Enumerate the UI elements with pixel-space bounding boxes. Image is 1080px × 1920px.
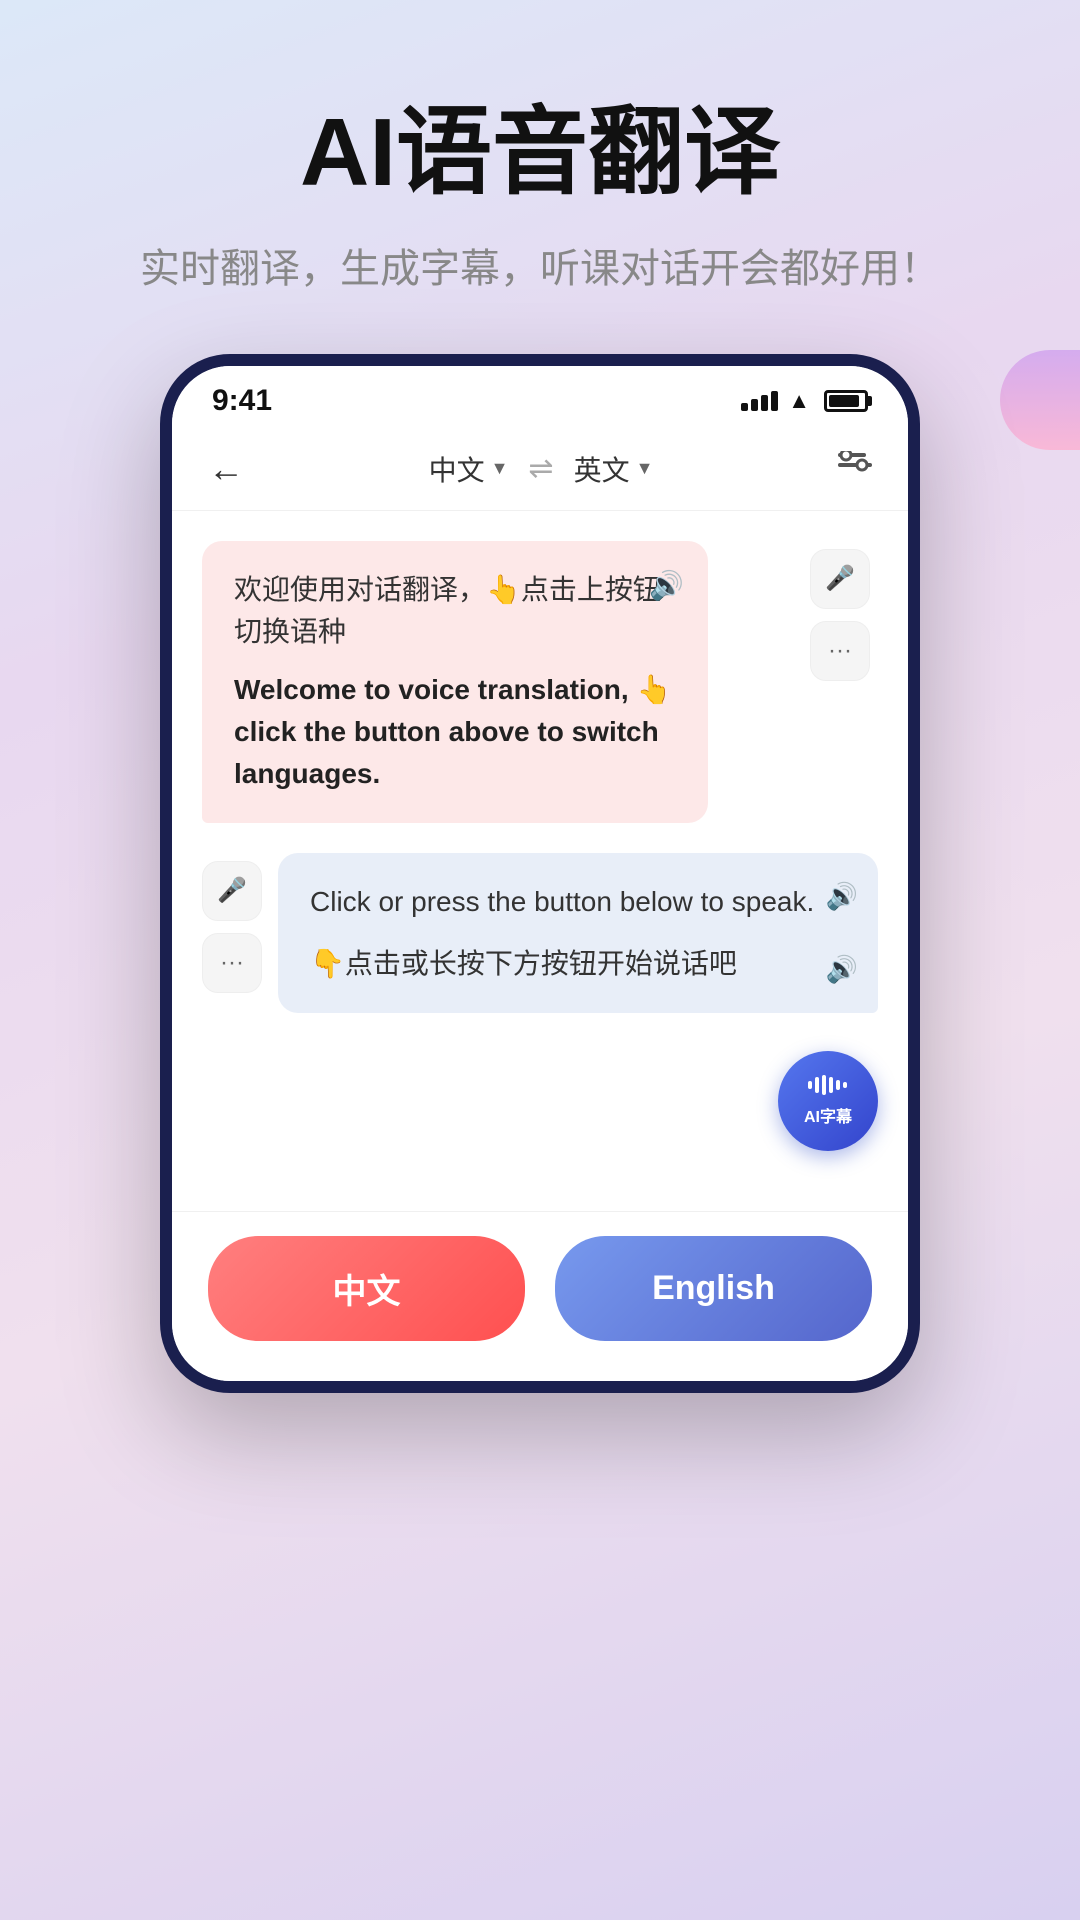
signal-bar-1: [741, 403, 748, 411]
phone-wrapper: 9:41 ▲ ← 中文 ▼: [0, 354, 1080, 1393]
bubble-left: 🔊 欢迎使用对话翻译，👆点击上按钮切换语种 Welcome to voice t…: [202, 541, 708, 823]
right-bubble-cn-text: 👇点击或长按下方按钮开始说话吧: [310, 943, 818, 985]
right-bubble-wrapper: 🎤 ··· 🔊 Click or press the button below …: [202, 853, 878, 1013]
ai-caption-waveform-icon: [808, 1075, 848, 1101]
bottom-buttons: 中文 English: [172, 1211, 908, 1381]
more-options-button[interactable]: ···: [810, 621, 870, 681]
wifi-icon: ▲: [788, 388, 810, 414]
ai-caption-button[interactable]: AI字幕: [778, 1051, 878, 1151]
hero-title: AI语音翻译: [0, 100, 1080, 206]
right-bubble-side-icons: 🎤 ···: [202, 853, 262, 993]
lang-right-arrow: ▼: [636, 458, 654, 479]
left-bubble-wrapper: 🔊 欢迎使用对话翻译，👆点击上按钮切换语种 Welcome to voice t…: [202, 541, 788, 823]
left-bubble-cn-text: 欢迎使用对话翻译，👆点击上按钮切换语种: [234, 569, 676, 653]
phone-mockup: 9:41 ▲ ← 中文 ▼: [160, 354, 920, 1393]
ai-caption-label: AI字幕: [804, 1103, 852, 1127]
status-bar: 9:41 ▲: [172, 366, 908, 428]
left-bubble-en-text: Welcome to voice translation, 👆 click th…: [234, 669, 676, 795]
lang-left-arrow: ▼: [491, 458, 509, 479]
back-button[interactable]: ←: [208, 448, 244, 490]
microphone-button[interactable]: 🎤: [810, 549, 870, 609]
settings-button[interactable]: [838, 451, 872, 486]
signal-bars-icon: [741, 391, 778, 411]
header-language-selector: 中文 ▼ ⇌ 英文 ▼: [429, 449, 654, 489]
battery-icon: [824, 390, 868, 412]
chat-area-container: 🔊 欢迎使用对话翻译，👆点击上按钮切换语种 Welcome to voice t…: [172, 511, 908, 1211]
app-header: ← 中文 ▼ ⇌ 英文 ▼: [172, 428, 908, 511]
english-speak-button[interactable]: English: [555, 1236, 872, 1341]
more-options-right-button[interactable]: ···: [202, 933, 262, 993]
status-time: 9:41: [212, 384, 272, 418]
left-bubble-sound-icon[interactable]: 🔊: [649, 569, 684, 602]
left-bubble-side-icons: 🎤 ···: [810, 549, 870, 681]
hero-section: AI语音翻译 实时翻译，生成字幕，听课对话开会都好用！: [0, 0, 1080, 354]
microphone-right-button[interactable]: 🎤: [202, 861, 262, 921]
signal-bar-4: [771, 391, 778, 411]
right-bubble-sound-top-icon[interactable]: 🔊: [826, 881, 858, 912]
lang-left-label: 中文: [429, 449, 485, 489]
signal-bar-2: [751, 399, 758, 411]
right-bubble-sound-bottom-icon[interactable]: 🔊: [826, 954, 858, 985]
status-icons: ▲: [741, 388, 868, 414]
swap-language-button[interactable]: ⇌: [528, 451, 553, 486]
signal-bar-3: [761, 395, 768, 411]
lang-right-label: 英文: [574, 449, 630, 489]
battery-fill: [829, 395, 859, 407]
lang-right-button[interactable]: 英文 ▼: [574, 449, 654, 489]
right-bubble-en-text: Click or press the button below to speak…: [310, 881, 818, 923]
bubble-right: 🔊 Click or press the button below to spe…: [278, 853, 878, 1013]
hero-subtitle: 实时翻译，生成字幕，听课对话开会都好用！: [0, 236, 1080, 294]
lang-left-button[interactable]: 中文 ▼: [429, 449, 509, 489]
chinese-speak-button[interactable]: 中文: [208, 1236, 525, 1341]
chat-area: 🔊 欢迎使用对话翻译，👆点击上按钮切换语种 Welcome to voice t…: [172, 511, 908, 1211]
